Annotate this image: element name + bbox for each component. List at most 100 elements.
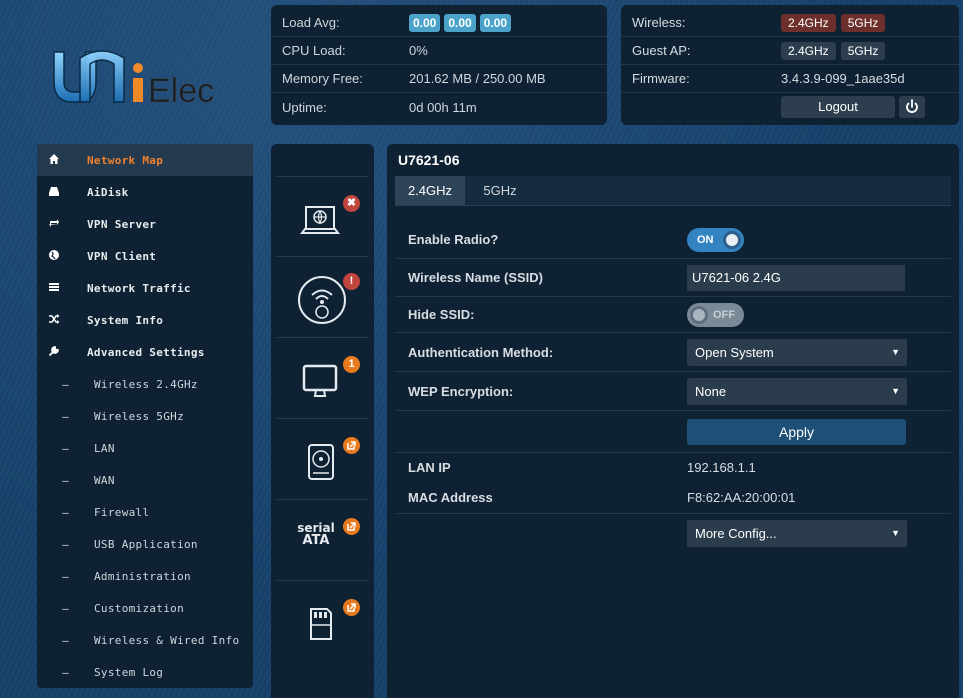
wireless-5-badge[interactable]: 5GHz bbox=[840, 13, 886, 32]
enable-radio-row: Enable Radio? ON bbox=[395, 221, 951, 259]
sidebar: Network Map AiDisk VPN Server VPN Client… bbox=[37, 144, 253, 688]
guest-5-badge[interactable]: 5GHz bbox=[840, 41, 886, 60]
clients-status-cell[interactable]: 1 bbox=[277, 337, 368, 417]
mac-address-row: MAC Address F8:62:AA:20:00:01 bbox=[395, 482, 951, 514]
auth-method-label: Authentication Method: bbox=[408, 344, 554, 360]
sidebar-subitem-label: Customization bbox=[94, 601, 184, 615]
sidebar-item-label: System Info bbox=[87, 313, 164, 327]
cpu-row: CPU Load: 0% bbox=[271, 37, 607, 65]
sidebar-subitem-label: Firewall bbox=[94, 505, 150, 519]
wireless-24-badge[interactable]: 2.4GHz bbox=[781, 13, 836, 32]
sata-link-badge[interactable] bbox=[343, 518, 360, 535]
sidebar-subitem-wireless-24[interactable]: — Wireless 2.4GHz bbox=[37, 368, 253, 400]
power-button[interactable] bbox=[899, 96, 925, 118]
guest-24-badge[interactable]: 2.4GHz bbox=[781, 41, 836, 60]
sidebar-item-vpn-server[interactable]: VPN Server bbox=[37, 208, 253, 240]
wep-encryption-select[interactable]: None ▼ bbox=[687, 377, 907, 405]
sidebar-subitem-administration[interactable]: — Administration bbox=[37, 560, 253, 592]
unielec-logo: Elec bbox=[50, 38, 250, 118]
sata-status-cell[interactable]: serial ATA bbox=[277, 499, 368, 579]
sd-link-badge[interactable] bbox=[343, 599, 360, 616]
internet-status-cell[interactable]: ✖ bbox=[277, 176, 368, 256]
auth-method-row: Authentication Method: Open System ▼ bbox=[395, 333, 951, 372]
sidebar-subitem-usb-application[interactable]: — USB Application bbox=[37, 528, 253, 560]
load-avg-15: 0.00 bbox=[479, 13, 512, 32]
wireless-settings-panel: U7621-06 2.4GHz 5GHz Enable Radio? ON Wi… bbox=[387, 144, 959, 698]
shuffle-icon bbox=[37, 313, 71, 328]
sd-card-status-cell[interactable] bbox=[277, 580, 368, 660]
more-config-row: More Config... ▼ bbox=[395, 514, 951, 552]
chevron-down-icon: ▼ bbox=[891, 346, 900, 357]
uptime-row: Uptime: 0d 00h 11m bbox=[271, 93, 607, 121]
traffic-icon bbox=[37, 281, 71, 296]
sidebar-subitem-wireless-wired-info[interactable]: — Wireless & Wired Info bbox=[37, 624, 253, 656]
system-status-panel: Load Avg: 0.00 0.00 0.00 CPU Load: 0% Memo… bbox=[271, 5, 607, 125]
logout-button[interactable]: Logout bbox=[781, 96, 895, 118]
wep-encryption-row: WEP Encryption: None ▼ bbox=[395, 372, 951, 411]
sidebar-subitem-firewall[interactable]: — Firewall bbox=[37, 496, 253, 528]
hide-ssid-label: Hide SSID: bbox=[408, 307, 475, 322]
wireless-status-panel: Wireless: 2.4GHz 5GHz Guest AP: 2.4GHz 5… bbox=[621, 5, 959, 125]
disk-icon bbox=[37, 185, 71, 200]
more-config-select[interactable]: More Config... ▼ bbox=[687, 519, 907, 547]
wep-encryption-value: None bbox=[695, 383, 727, 399]
mac-address-label: MAC Address bbox=[408, 490, 493, 505]
sidebar-subitem-wireless-5[interactable]: — Wireless 5GHz bbox=[37, 400, 253, 432]
sidebar-item-label: Advanced Settings bbox=[87, 345, 205, 359]
ssid-input[interactable]: U7621-06 2.4G bbox=[687, 264, 905, 291]
sidebar-subitem-label: USB Application bbox=[94, 537, 198, 551]
sidebar-subitem-label: System Log bbox=[94, 665, 164, 679]
internet-error-badge: ✖ bbox=[343, 195, 360, 212]
chevron-down-icon: ▼ bbox=[891, 385, 900, 396]
sidebar-subitem-system-log[interactable]: — System Log bbox=[37, 656, 253, 688]
sidebar-subitem-wan[interactable]: — WAN bbox=[37, 464, 253, 496]
enable-radio-state: ON bbox=[697, 233, 714, 246]
sidebar-subitem-label: LAN bbox=[94, 441, 115, 455]
sidebar-item-network-map[interactable]: Network Map bbox=[37, 144, 253, 176]
wireless-router-icon bbox=[297, 275, 347, 325]
wireless-status-cell[interactable]: ! bbox=[277, 256, 368, 336]
apply-button[interactable]: Apply bbox=[687, 418, 906, 445]
hdd-status-cell[interactable] bbox=[277, 418, 368, 498]
hdd-link-badge[interactable] bbox=[343, 437, 360, 454]
enable-radio-toggle[interactable]: ON bbox=[687, 227, 744, 252]
sidebar-item-label: VPN Server bbox=[87, 217, 157, 231]
sidebar-item-aidisk[interactable]: AiDisk bbox=[37, 176, 253, 208]
sidebar-item-label: VPN Client bbox=[87, 249, 157, 263]
firmware-row: Firmware: 3.4.3.9-099_1aae35d bbox=[621, 65, 959, 93]
sidebar-subitem-customization[interactable]: — Customization bbox=[37, 592, 253, 624]
lan-ip-label: LAN IP bbox=[408, 460, 451, 475]
tab-5ghz[interactable]: 5GHz bbox=[465, 176, 535, 205]
tab-24ghz[interactable]: 2.4GHz bbox=[395, 176, 465, 205]
firmware-label: Firmware: bbox=[632, 71, 690, 86]
serial-ata-icon: serial ATA bbox=[291, 522, 341, 572]
external-link-icon bbox=[347, 522, 356, 531]
sata-label-bottom: ATA bbox=[302, 533, 330, 548]
wireless-label: Wireless: bbox=[632, 15, 686, 30]
load-avg-row: Load Avg: 0.00 0.00 0.00 bbox=[271, 9, 607, 37]
uptime-label: Uptime: bbox=[282, 99, 327, 115]
hide-ssid-toggle[interactable]: OFF bbox=[687, 302, 744, 327]
load-avg-1: 0.00 bbox=[409, 13, 441, 32]
sidebar-item-vpn-client[interactable]: VPN Client bbox=[37, 240, 253, 272]
auth-method-select[interactable]: Open System ▼ bbox=[687, 338, 907, 366]
guest-ap-row: Guest AP: 2.4GHz 5GHz bbox=[621, 37, 959, 65]
lan-ip-value: 192.168.1.1 bbox=[687, 460, 756, 475]
sidebar-item-system-info[interactable]: System Info bbox=[37, 304, 253, 336]
ssid-label: Wireless Name (SSID) bbox=[408, 270, 543, 285]
page-title: U7621-06 bbox=[398, 152, 460, 168]
sidebar-subitem-label: Administration bbox=[94, 569, 191, 583]
cpu-label: CPU Load: bbox=[282, 43, 346, 58]
hide-ssid-row: Hide SSID: OFF bbox=[395, 297, 951, 333]
apply-row: Apply bbox=[395, 411, 951, 453]
globe-icon bbox=[37, 249, 71, 264]
sidebar-item-advanced-settings[interactable]: Advanced Settings bbox=[37, 336, 253, 368]
home-icon bbox=[37, 153, 71, 168]
sidebar-subitem-label: Wireless 5GHz bbox=[94, 409, 184, 423]
enable-radio-label: Enable Radio? bbox=[408, 232, 499, 247]
sidebar-subitem-lan[interactable]: — LAN bbox=[37, 432, 253, 464]
guest-ap-label: Guest AP: bbox=[632, 43, 691, 58]
hide-ssid-state: OFF bbox=[713, 308, 735, 321]
memory-value: 201.62 MB / 250.00 MB bbox=[409, 71, 546, 86]
sidebar-item-network-traffic[interactable]: Network Traffic bbox=[37, 272, 253, 304]
